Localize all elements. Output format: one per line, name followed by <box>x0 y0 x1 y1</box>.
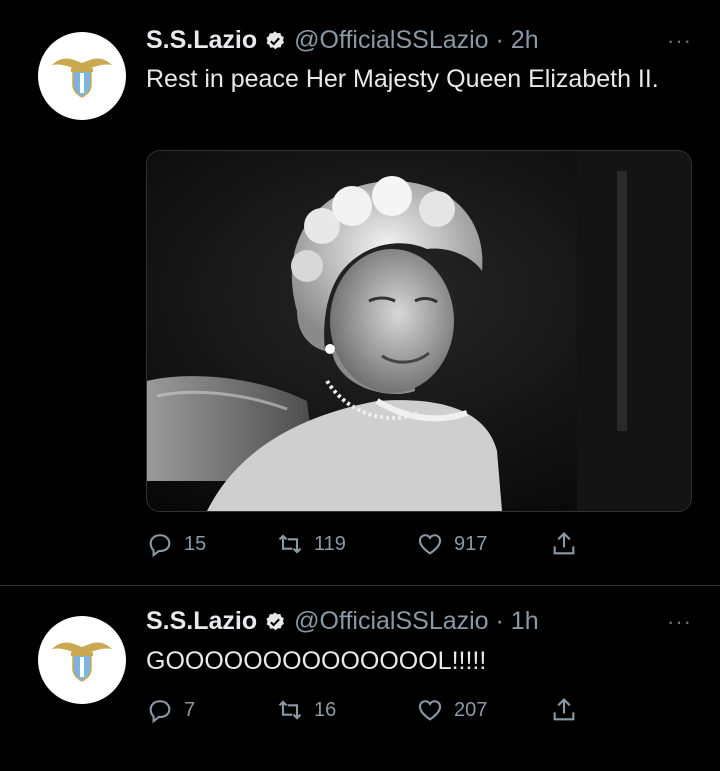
retweet-button[interactable]: 16 <box>276 696 416 724</box>
queen-portrait-image <box>147 151 691 511</box>
reply-icon <box>149 700 171 724</box>
like-count: 207 <box>454 698 488 721</box>
reply-button[interactable]: 15 <box>146 530 276 558</box>
like-button[interactable]: 207 <box>416 696 550 724</box>
like-count: 917 <box>454 532 488 555</box>
like-icon <box>418 700 442 721</box>
tweet-header: S.S.Lazio @OfficialSSLazio · 2h <box>146 26 539 55</box>
tweet-text: Rest in peace Her Majesty Queen Elizabet… <box>146 65 659 93</box>
reply-icon <box>149 534 171 558</box>
avatar[interactable] <box>38 32 126 120</box>
lazio-crest-icon <box>52 58 112 98</box>
like-button[interactable]: 917 <box>416 530 550 558</box>
retweet-count: 16 <box>314 698 337 721</box>
tweet-text: GOOOOOOOOOOOOOOL!!!!! <box>146 647 487 675</box>
tweet-actions: 7 16 207 <box>146 696 578 724</box>
display-name[interactable]: S.S.Lazio <box>146 26 257 55</box>
retweet-icon <box>278 534 302 554</box>
reply-count: 7 <box>184 698 196 721</box>
reply-count: 15 <box>184 532 207 555</box>
retweet-button[interactable]: 119 <box>276 530 416 558</box>
share-button[interactable] <box>550 696 578 724</box>
share-icon <box>553 532 575 555</box>
more-icon[interactable]: ··· <box>667 28 692 54</box>
tweet-photo[interactable] <box>146 150 692 512</box>
verified-icon <box>266 611 285 630</box>
handle-time[interactable]: @OfficialSSLazio · 1h <box>294 607 538 636</box>
share-icon <box>553 698 575 721</box>
display-name[interactable]: S.S.Lazio <box>146 607 257 636</box>
like-icon <box>418 534 442 555</box>
share-button[interactable] <box>550 530 578 558</box>
more-icon[interactable]: ··· <box>667 609 692 635</box>
avatar[interactable] <box>38 616 126 704</box>
retweet-icon <box>278 700 302 720</box>
reply-button[interactable]: 7 <box>146 696 276 724</box>
retweet-count: 119 <box>314 532 346 555</box>
verified-icon <box>266 30 285 49</box>
tweet-header: S.S.Lazio @OfficialSSLazio · 1h <box>146 607 539 636</box>
handle-time[interactable]: @OfficialSSLazio · 2h <box>294 26 538 55</box>
lazio-crest-icon <box>52 642 112 682</box>
tweet-actions: 15 119 917 <box>146 530 578 558</box>
